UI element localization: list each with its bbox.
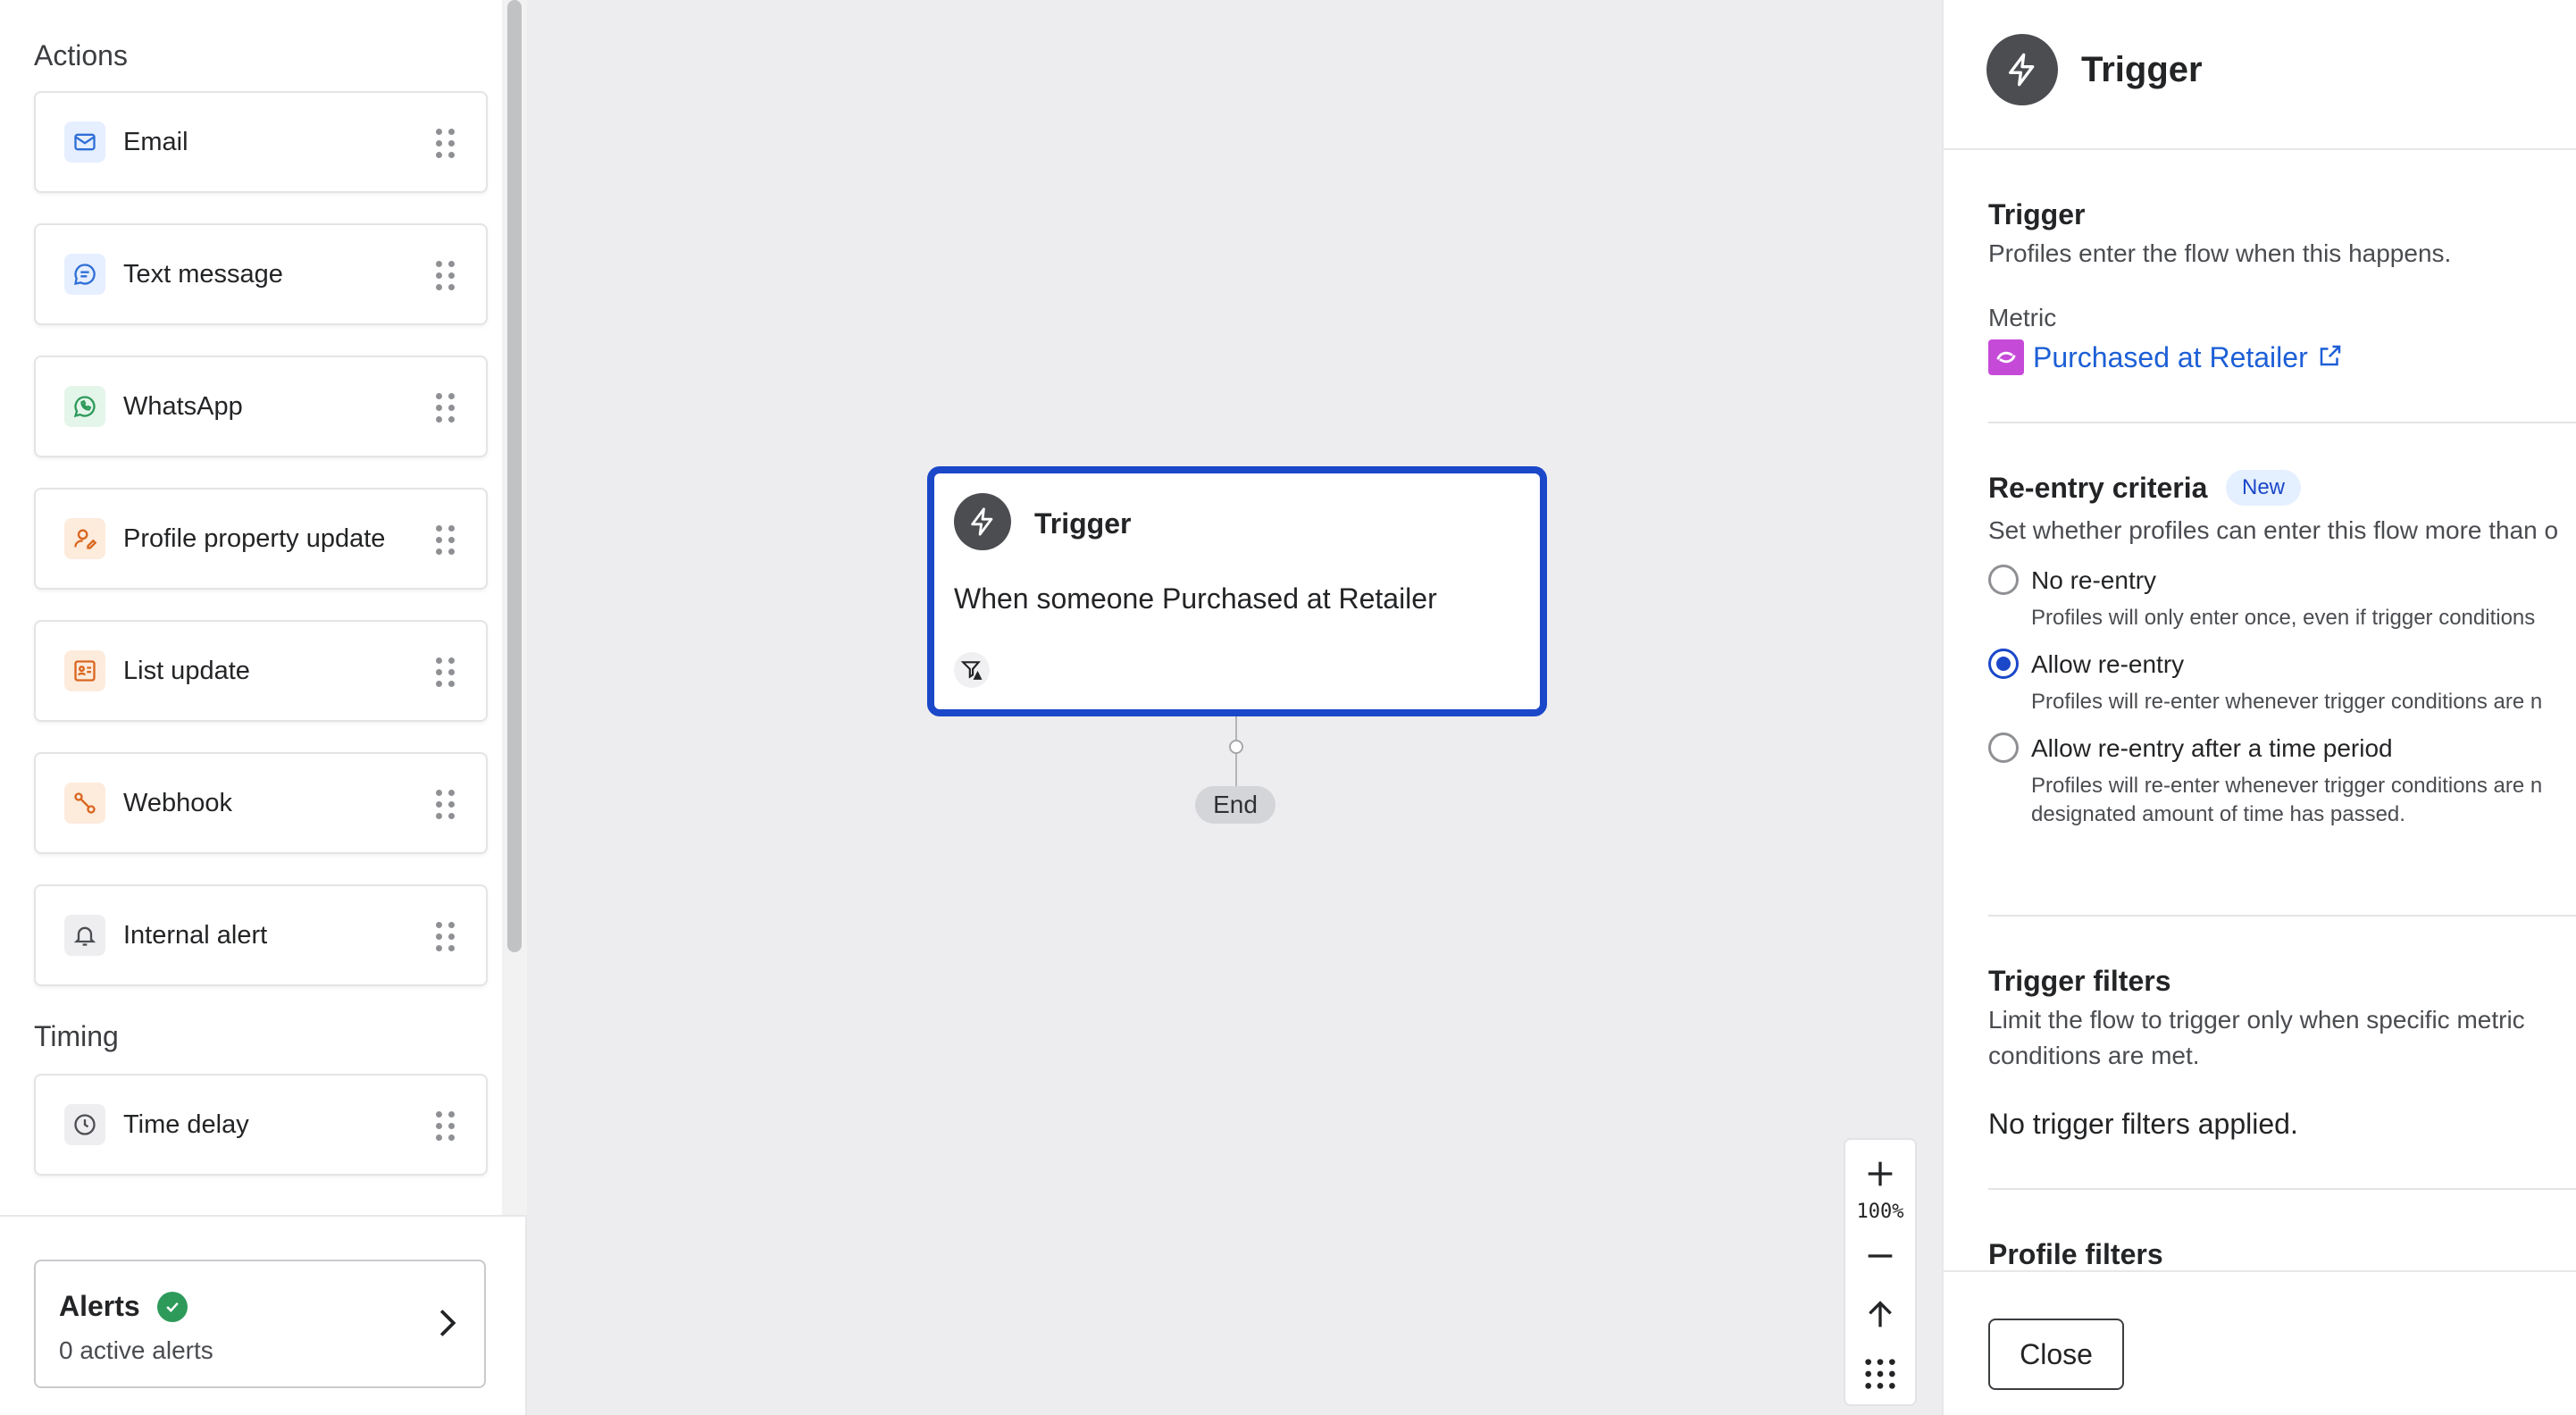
grid-dots-button[interactable]	[1845, 1347, 1915, 1401]
radio-desc-allow-reentry: Profiles will re-enter whenever trigger …	[2031, 690, 2543, 714]
lightning-icon	[1986, 34, 2058, 105]
radio-label-allow-reentry-after-period[interactable]: Allow re-entry after a time period	[2031, 734, 2393, 763]
metric-label: Metric	[1988, 304, 2057, 331]
radio-desc-allow-reentry-after-period-line2: designated amount of time has passed.	[2031, 802, 2405, 826]
radio-no-reentry[interactable]	[1988, 565, 2019, 595]
bell-icon	[64, 915, 105, 956]
drag-handle-icon[interactable]	[436, 525, 456, 556]
message-icon	[64, 254, 105, 295]
trigger-section-description: Profiles enter the flow when this happen…	[1988, 239, 2452, 267]
drag-handle-icon[interactable]	[436, 922, 456, 952]
flow-canvas[interactable]: Trigger When someone Purchased at Retail…	[527, 0, 1942, 1415]
drag-handle-icon[interactable]	[436, 261, 456, 291]
radio-label-no-reentry[interactable]: No re-entry	[2031, 566, 2156, 595]
zoom-level: 100%	[1856, 1201, 1904, 1223]
action-webhook[interactable]: Webhook	[34, 752, 488, 854]
email-icon	[64, 121, 105, 163]
recenter-button[interactable]	[1845, 1288, 1915, 1342]
panel-title: Trigger	[2081, 50, 2203, 89]
action-whatsapp[interactable]: WhatsApp	[34, 356, 488, 457]
webhook-icon	[64, 783, 105, 824]
end-node: End	[1195, 786, 1275, 824]
action-label: Email	[123, 127, 188, 156]
action-email[interactable]: Email	[34, 91, 488, 193]
list-icon	[64, 650, 105, 691]
trigger-filters-heading: Trigger filters	[1988, 965, 2171, 997]
metric-link-row[interactable]: Purchased at Retailer	[1988, 339, 2344, 375]
trigger-filters-description: Limit the flow to trigger only when spec…	[1988, 1006, 2525, 1034]
timing-section-title: Timing	[34, 1020, 119, 1052]
drag-handle-icon[interactable]	[436, 790, 456, 820]
action-label: List update	[123, 656, 250, 685]
drag-handle-icon[interactable]	[436, 393, 456, 423]
check-circle-icon	[157, 1292, 188, 1322]
action-label: Webhook	[123, 788, 232, 817]
node-description: When someone Purchased at Retailer	[954, 582, 1437, 615]
section-divider	[1988, 1188, 2576, 1190]
clock-icon	[64, 1104, 105, 1145]
alerts-title: Alerts	[59, 1290, 140, 1322]
section-divider	[1988, 915, 2576, 917]
chevron-right-icon	[438, 1308, 457, 1343]
profile-filters-heading: Profile filters	[1988, 1238, 2163, 1270]
radio-allow-reentry[interactable]	[1988, 649, 2019, 679]
radio-label-allow-reentry[interactable]: Allow re-entry	[2031, 650, 2184, 679]
trigger-section-heading: Trigger	[1988, 198, 2086, 230]
external-link-icon[interactable]	[2317, 342, 2344, 373]
drag-handle-icon[interactable]	[436, 1111, 456, 1142]
actions-section-title: Actions	[34, 39, 128, 71]
metric-source-icon	[1988, 339, 2024, 375]
action-sidebar: Actions Email Text message WhatsApp Prof…	[0, 0, 527, 1415]
trigger-filters-description-line2: conditions are met.	[1988, 1042, 2200, 1069]
new-badge: New	[2226, 470, 2302, 506]
metric-link[interactable]: Purchased at Retailer	[2033, 341, 2308, 374]
radio-desc-allow-reentry-after-period: Profiles will re-enter whenever trigger …	[2031, 774, 2543, 798]
drag-handle-icon[interactable]	[436, 657, 456, 688]
panel-header: Trigger	[1944, 0, 2576, 150]
panel-footer: Close	[1944, 1270, 2576, 1415]
profile-icon	[64, 518, 105, 559]
action-label: Text message	[123, 259, 283, 289]
action-label: Internal alert	[123, 920, 268, 950]
action-profile-property-update[interactable]: Profile property update	[34, 488, 488, 590]
action-label: Time delay	[123, 1109, 249, 1139]
action-text-message[interactable]: Text message	[34, 223, 488, 325]
trigger-settings-panel: Trigger Trigger Profiles enter the flow …	[1942, 0, 2576, 1415]
action-label: WhatsApp	[123, 391, 243, 421]
whatsapp-icon	[64, 386, 105, 427]
alerts-card[interactable]: Alerts 0 active alerts	[34, 1260, 486, 1388]
radio-desc-no-reentry: Profiles will only enter once, even if t…	[2031, 606, 2536, 630]
drag-handle-icon[interactable]	[436, 129, 456, 159]
action-list-update[interactable]: List update	[34, 620, 488, 722]
close-button[interactable]: Close	[1988, 1319, 2124, 1390]
alerts-count: 0 active alerts	[59, 1336, 213, 1364]
trigger-filters-empty: No trigger filters applied.	[1988, 1108, 2298, 1140]
section-divider	[1988, 422, 2576, 423]
radio-allow-reentry-after-period[interactable]	[1988, 733, 2019, 763]
zoom-controls: 100%	[1844, 1138, 1917, 1406]
action-label: Profile property update	[123, 523, 386, 553]
reentry-section-heading: Re-entry criteria	[1988, 472, 2208, 504]
action-list: Actions Email Text message WhatsApp Prof…	[0, 0, 500, 1215]
node-title: Trigger	[1034, 507, 1132, 540]
lightning-icon	[954, 493, 1011, 550]
zoom-in-button[interactable]	[1845, 1147, 1915, 1201]
action-internal-alert[interactable]: Internal alert	[34, 884, 488, 986]
trigger-node[interactable]: Trigger When someone Purchased at Retail…	[927, 466, 1547, 716]
zoom-out-button[interactable]	[1845, 1229, 1915, 1283]
sidebar-scrollbar-thumb[interactable]	[507, 0, 522, 952]
action-time-delay[interactable]: Time delay	[34, 1074, 488, 1176]
alerts-divider	[0, 1215, 527, 1217]
connector-add-point[interactable]	[1229, 740, 1243, 754]
reentry-description: Set whether profiles can enter this flow…	[1988, 516, 2559, 544]
filter-warning-icon	[954, 652, 990, 688]
